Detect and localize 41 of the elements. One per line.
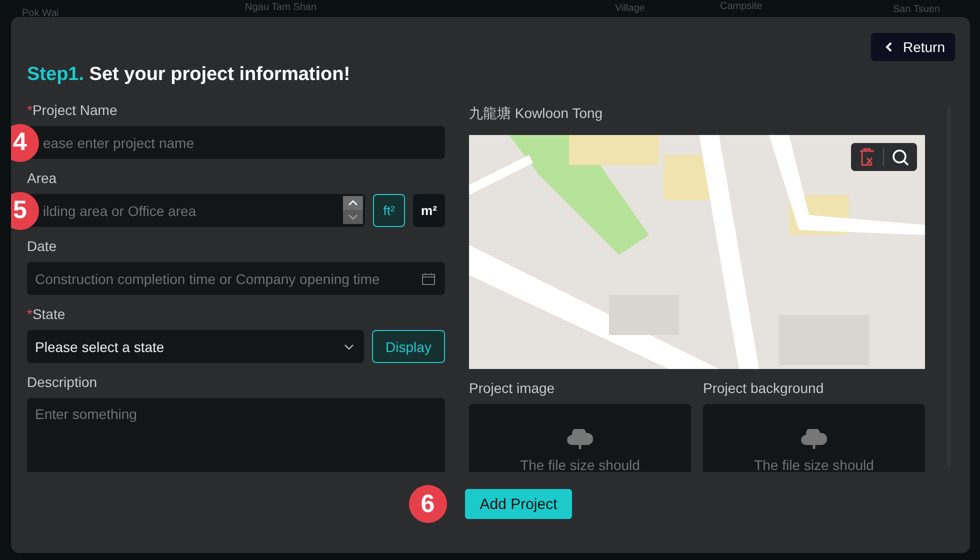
required-mark: * [27,102,32,118]
unit-toggle[interactable]: ft² [373,194,405,227]
map-label: Campsite [720,1,762,12]
cloud-upload-icon [567,429,593,449]
map-label: Village [615,3,645,14]
field-label: State [32,306,66,322]
display-button[interactable]: Display [372,330,445,363]
description-field[interactable]: Enter something [27,398,445,472]
delete-icon[interactable] [859,148,875,166]
chevron-left-icon [884,42,893,52]
field-label: Project Name [32,102,118,118]
required-mark: * [27,306,32,322]
dialog-heading: Step1. Set your project information! [26,63,352,86]
add-project-button[interactable]: Add Project [464,489,572,519]
upload-area[interactable]: The file size should [469,404,691,472]
stepper-icon[interactable] [343,196,363,224]
return-button[interactable]: Return [870,33,955,61]
map-label: Pok Wai [22,8,59,19]
upload-hint: The file size should [754,457,874,472]
map-label: Ngau Tam Shan [245,2,317,13]
chevron-down-icon [344,344,354,350]
state-select[interactable]: Please select a state [27,330,364,363]
search-icon[interactable] [892,148,909,166]
cloud-upload-icon [801,429,827,449]
calendar-icon [422,273,435,285]
upload-label: Project background [703,380,825,396]
step-marker: 5 [11,192,39,230]
area-field[interactable]: ilding area or Office area [27,194,365,227]
map-label: San Tsuen [893,4,940,15]
upload-hint: The file size should [520,457,640,472]
date-field[interactable]: Construction completion time or Company opening time [27,262,445,295]
project-name-field[interactable]: ease enter project name [27,126,445,159]
upload-area[interactable]: The file size should [703,404,925,472]
field-label: Date [27,238,57,254]
map-title: 九龍塘 Kowloon Tong [469,105,604,123]
unit-toggle[interactable]: m² [413,194,445,227]
step-marker: 4 [11,124,39,162]
upload-label: Project image [469,380,556,396]
step-marker: 6 [408,485,447,523]
field-label: Description [27,374,98,390]
field-label: Area [27,170,57,186]
